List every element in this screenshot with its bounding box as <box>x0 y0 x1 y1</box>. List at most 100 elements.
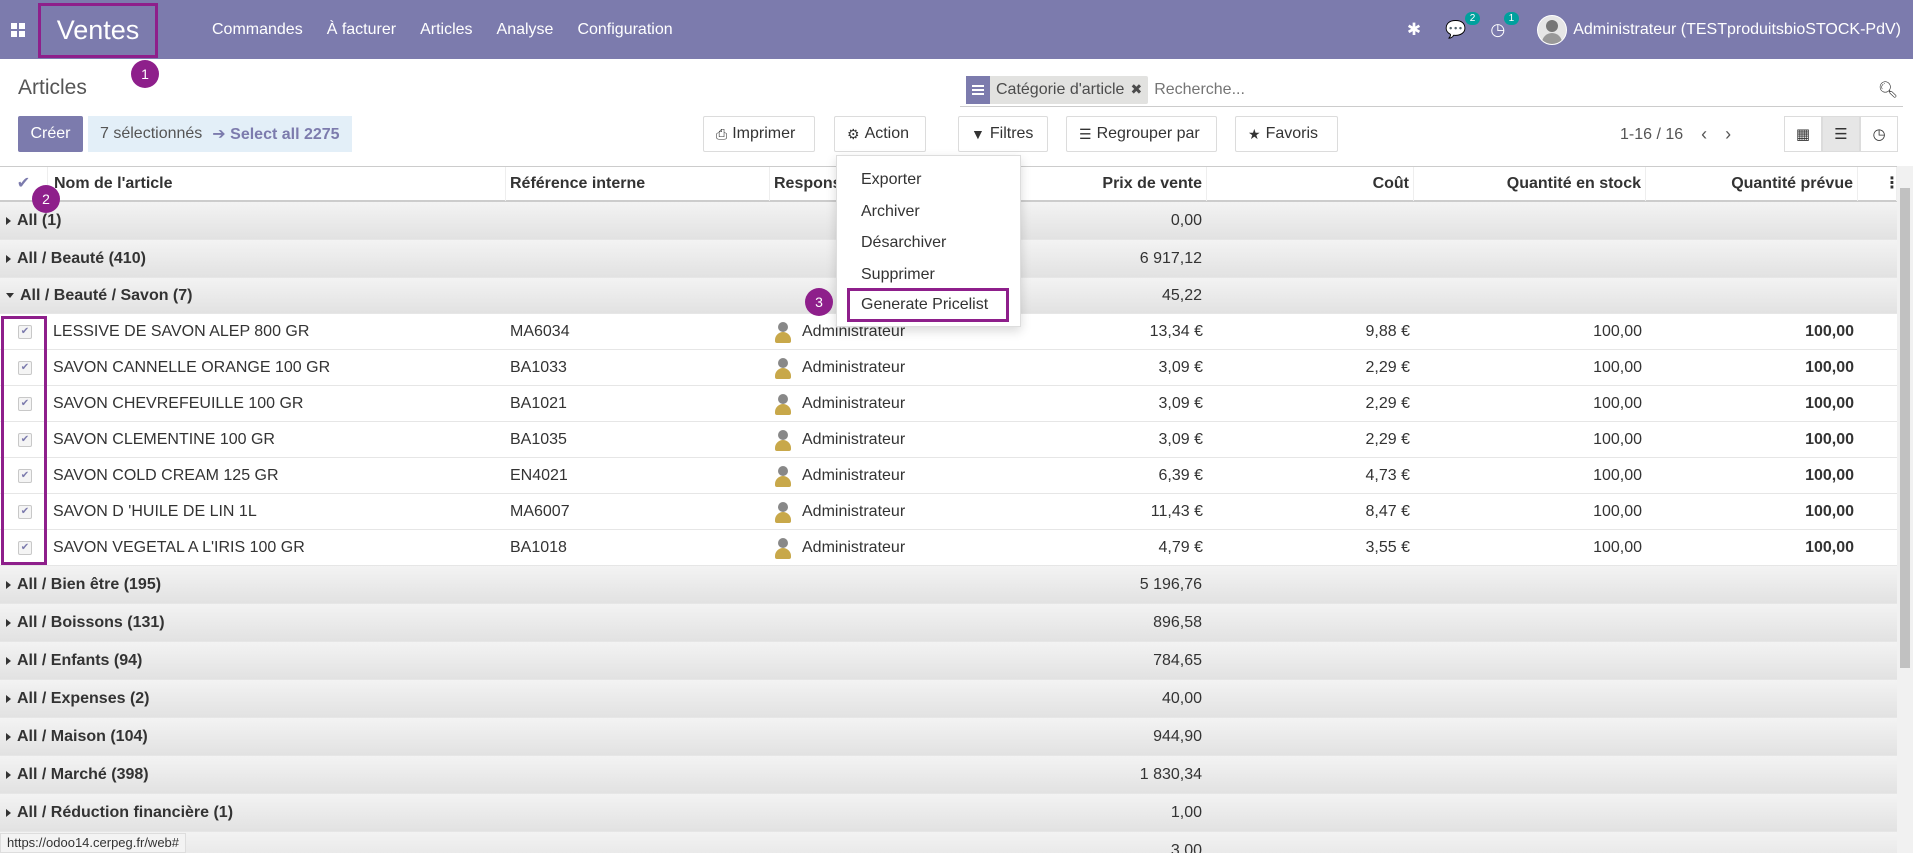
cell-cost: 2,29 € <box>1365 359 1410 376</box>
cell-name: SAVON CHEVREFEUILLE 100 GR <box>53 395 304 412</box>
apps-menu-icon[interactable] <box>0 0 36 59</box>
group-total: 40,00 <box>1161 690 1202 707</box>
col-price[interactable]: Prix de vente <box>1000 167 1207 201</box>
kanban-view-icon[interactable]: ▦ <box>1784 116 1822 152</box>
chat-icon[interactable]: 💬 2 <box>1445 11 1481 40</box>
avatar <box>774 393 792 415</box>
group-name: All / Réduction financière (1) <box>17 804 234 821</box>
group-total: 896,58 <box>1153 614 1202 631</box>
menu-configuration[interactable]: Configuration <box>565 21 684 39</box>
group-by-button[interactable]: ☰ Regrouper par <box>1066 116 1217 152</box>
cell-resp: Administrateur <box>774 422 905 458</box>
menu-commandes[interactable]: Commandes <box>200 21 315 39</box>
cell-resp: Administrateur <box>774 530 905 566</box>
avatar <box>1537 14 1568 45</box>
pager-value[interactable]: 1-16 / 16 <box>1620 126 1683 144</box>
cell-forecast: 100,00 <box>1805 431 1854 448</box>
caret-right-icon <box>6 694 11 703</box>
col-cost[interactable]: Coût <box>1207 167 1414 201</box>
col-name[interactable]: Nom de l'article <box>50 167 506 201</box>
remove-facet-icon[interactable]: ✖ <box>1130 81 1148 98</box>
cell-forecast: 100,00 <box>1805 395 1854 412</box>
marker-3: 3 <box>805 288 833 316</box>
chat-badge: 2 <box>1464 11 1481 25</box>
caret-right-icon <box>6 216 11 225</box>
activity-view-icon[interactable]: ◷ <box>1860 116 1898 152</box>
create-button[interactable]: Créer <box>18 116 83 152</box>
group-row[interactable]: All / Marché (398) 1 830,34 <box>0 756 1897 794</box>
cell-price: 4,79 € <box>1158 539 1203 556</box>
user-menu[interactable]: Administrateur (TESTproduitsbioSTOCK-PdV… <box>1537 14 1901 45</box>
search-icon[interactable]: 🔍︎ <box>1873 80 1903 100</box>
cell-forecast: 100,00 <box>1805 359 1854 376</box>
col-forecast[interactable]: Quantité prévue <box>1646 167 1858 201</box>
search-facet[interactable]: Catégorie d'article ✖ <box>966 75 1149 104</box>
menu-item-supprimer[interactable]: Supprimer <box>861 266 935 284</box>
menu-articles[interactable]: Articles <box>408 21 484 39</box>
cell-qty: 100,00 <box>1593 467 1642 484</box>
group-total: 3,00 <box>1170 842 1202 853</box>
cell-resp-label: Administrateur <box>802 395 906 412</box>
group-total: 1 830,34 <box>1139 766 1202 783</box>
filters-button[interactable]: ▼ Filtres <box>958 116 1048 152</box>
caret-right-icon <box>6 656 11 665</box>
group-row[interactable]: All / Bien être (195) 5 196,76 <box>0 566 1897 604</box>
app-brand[interactable]: Ventes <box>38 3 158 58</box>
list-view-icon[interactable]: ☰ <box>1822 116 1860 152</box>
table-row[interactable]: ✔ SAVON CHEVREFEUILLE 100 GR BA1021 Adminis… <box>0 386 1897 422</box>
print-label: Imprimer <box>732 125 796 142</box>
bug-icon[interactable]: ✱ <box>1407 20 1421 40</box>
cell-cost: 9,88 € <box>1365 323 1410 340</box>
group-row[interactable]: All / Réduction financière (1) 1,00 <box>0 794 1897 832</box>
table-row[interactable]: ✔ SAVON COLD CREAM 125 GR EN4021 Administra… <box>0 458 1897 494</box>
table-row[interactable]: ✔ SAVON D 'HUILE DE LIN 1L MA6007 Administr… <box>0 494 1897 530</box>
menu-analyse[interactable]: Analyse <box>485 21 566 39</box>
group-row[interactable]: All / Enfants (94) 784,65 <box>0 642 1897 680</box>
cell-ref: EN4021 <box>510 467 568 484</box>
cell-forecast: 100,00 <box>1805 503 1854 520</box>
cell-name: LESSIVE DE SAVON ALEP 800 GR <box>53 323 310 340</box>
select-all-link[interactable]: ➔ Select all 2275 <box>212 124 339 144</box>
col-qty[interactable]: Quantité en stock <box>1414 167 1646 201</box>
activity-icon[interactable]: ◷ 1 <box>1490 11 1520 40</box>
column-options-icon[interactable]: ⋮ <box>1880 167 1897 201</box>
cell-forecast: 100,00 <box>1805 467 1854 484</box>
group-row[interactable]: All / Maison (104) 944,90 <box>0 718 1897 756</box>
table-row[interactable]: ✔ SAVON VEGETAL A L'IRIS 100 GR BA1018 Admi… <box>0 530 1897 566</box>
table-row[interactable]: ✔ SAVON CLEMENTINE 100 GR BA1035 Administra… <box>0 422 1897 458</box>
view-switcher: ▦ ☰ ◷ <box>1784 116 1898 152</box>
selected-count: 7 sélectionnés <box>100 125 203 142</box>
cell-resp-label: Administrateur <box>802 359 906 376</box>
marker-1: 1 <box>131 60 159 88</box>
cell-qty: 100,00 <box>1593 539 1642 556</box>
filter-icon: ▼ <box>971 126 985 142</box>
col-ref[interactable]: Référence interne <box>506 167 770 201</box>
print-button[interactable]: ⎙ Imprimer <box>703 116 815 152</box>
cell-qty: 100,00 <box>1593 359 1642 376</box>
table-row[interactable]: ✔ SAVON CANNELLE ORANGE 100 GR BA1033 Admin… <box>0 350 1897 386</box>
cell-resp-label: Administrateur <box>802 431 906 448</box>
menu-item-exporter[interactable]: Exporter <box>861 171 921 189</box>
menu-a-facturer[interactable]: À facturer <box>315 21 408 39</box>
group-row[interactable]: All / ...ciales (3)3,00 <box>0 832 1897 853</box>
group-name: All / Boissons (131) <box>17 614 165 631</box>
avatar <box>774 465 792 487</box>
group-total: 784,65 <box>1153 652 1202 669</box>
caret-right-icon <box>6 254 11 263</box>
group-row[interactable]: All / Expenses (2) 40,00 <box>0 680 1897 718</box>
scrollbar[interactable] <box>1897 166 1913 853</box>
action-button[interactable]: ⚙ Action <box>834 116 926 152</box>
search-input[interactable] <box>1154 80 1873 99</box>
chevron-right-icon[interactable]: › <box>1725 124 1731 145</box>
cell-ref: BA1018 <box>510 539 567 556</box>
group-row[interactable]: All / Boissons (131) 896,58 <box>0 604 1897 642</box>
avatar <box>774 537 792 559</box>
favorites-button[interactable]: ★ Favoris <box>1235 116 1338 152</box>
cell-resp: Administrateur <box>774 350 905 386</box>
menu-item-generate-pricelist[interactable]: Generate Pricelist <box>847 288 1009 322</box>
group-name: All / Beauté / Savon (7) <box>20 287 193 304</box>
menu-item-desarchiver[interactable]: Désarchiver <box>861 234 946 252</box>
user-name: Administrateur (TESTproduitsbioSTOCK-PdV… <box>1573 20 1901 38</box>
menu-item-archiver[interactable]: Archiver <box>861 203 920 221</box>
chevron-left-icon[interactable]: ‹ <box>1701 124 1707 145</box>
